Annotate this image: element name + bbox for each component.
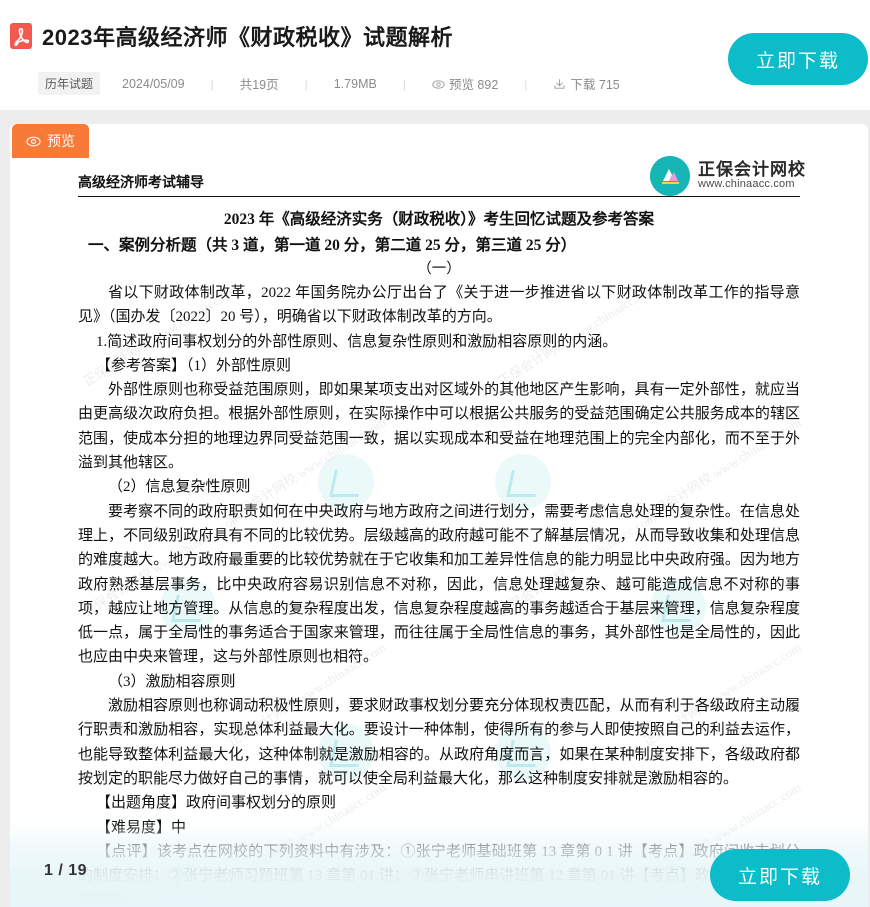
tab-preview[interactable]: 预览 [12, 124, 89, 158]
document-content: 高级经济师考试辅导 2023 年《高级经济实务（财政税收）》考生回忆试题及参考答… [10, 124, 868, 907]
tab-preview-label: 预览 [47, 133, 75, 149]
section-heading: 一、案例分析题（共 3 道，第一道 20 分，第二道 25 分，第三道 25 分… [88, 237, 577, 254]
meta-separator-2: | [304, 76, 308, 91]
eye-icon [26, 134, 41, 149]
subsection-marker: （一） [417, 261, 461, 277]
download-button-top[interactable]: 立即下载 [728, 33, 868, 85]
page-header: 2023年高级经济师《财政税收》试题解析 历年试题 2024/05/09 | 共… [0, 0, 870, 110]
meta-page-count: 共19页 [239, 78, 279, 92]
document-viewer[interactable]: 正保会计网校 www.chinaacc.com 正保会计网校 www.china… [10, 124, 868, 907]
site-url: www.chinaacc.com [698, 178, 795, 191]
paragraph: 【点评】该考点在网校的下列资料中有涉及：①张宁老师基础班第 13 章第 0 1 … [78, 843, 800, 907]
meta-download-count: 下载 715 [570, 77, 620, 92]
meta-separator-1: | [210, 76, 214, 91]
paragraph: 要考察不同的政府职责如何在中央政府与地方政府之间进行划分，需要考虑信息处理的复杂… [78, 503, 800, 666]
meta-separator-3: | [402, 76, 406, 91]
page-indicator: 1 / 19 [44, 862, 88, 879]
category-tag[interactable]: 历年试题 [38, 72, 101, 95]
document-meta: 历年试题 2024/05/09 | 共19页 | 1.79MB | 预览 892… [38, 72, 624, 95]
paragraph: 【参考答案】（1）外部性原则 [96, 357, 292, 374]
meta-download-group: 下载 715 [553, 74, 620, 94]
header-divider [78, 196, 800, 197]
page-title: 2023年高级经济师《财政税收》试题解析 [42, 25, 453, 50]
paragraph: 激励相容原则也称调动积极性原则，要求财政事权划分要充分体现权责匹配，从而有利于各… [78, 698, 800, 787]
meta-preview-count: 预览 892 [448, 77, 499, 92]
download-button-bottom[interactable]: 立即下载 [710, 849, 850, 901]
paragraph: 【难易度】中 [96, 819, 187, 836]
site-name: 正保会计网校 [698, 160, 806, 180]
meta-preview-group: 预览 892 [432, 74, 498, 94]
paragraph: （3）激励相容原则 [108, 673, 236, 690]
meta-separator-4: | [524, 76, 528, 91]
document-title: 2023 年《高级经济实务（财政税收）》考生回忆试题及参考答案 [223, 211, 655, 228]
meta-date: 2024/05/09 [122, 76, 185, 91]
paragraph: （2）信息复杂性原则 [108, 479, 251, 496]
paragraph: 外部性原则也称受益范围原则，即如果某项支出对区域外的其他地区产生影响，具有一定外… [78, 382, 800, 472]
site-logo: 正保会计网校 www.chinaacc.com [650, 156, 806, 196]
chinaacc-mark-icon [650, 156, 690, 196]
paragraph: 【出题角度】政府间事权划分的原则 [96, 795, 337, 812]
pdf-icon [10, 23, 32, 49]
site-logo-text: 正保会计网校 www.chinaacc.com [698, 161, 806, 190]
paragraph: 省以下财政体制改革，2022 年国务院办公厅出台了《关于进一步推进省以下财政体制… [78, 285, 800, 326]
document-preview-page: 2023年高级经济师《财政税收》试题解析 历年试题 2024/05/09 | 共… [0, 0, 870, 907]
title-row: 2023年高级经济师《财政税收》试题解析 [10, 20, 453, 52]
document-page-1: 正保会计网校 www.chinaacc.com 正保会计网校 www.china… [10, 124, 868, 907]
eye-icon [432, 78, 445, 94]
paragraph: 1.简述政府间事权划分的外部性原则、信息复杂性原则和激励相容原则的内涵。 [96, 333, 618, 350]
download-icon [553, 78, 566, 94]
meta-file-size: 1.79MB [333, 76, 377, 91]
